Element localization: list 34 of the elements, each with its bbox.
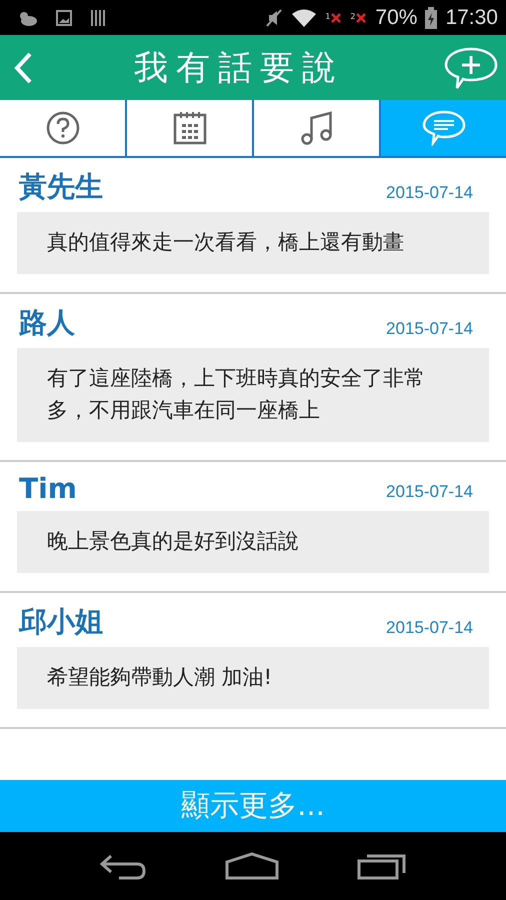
add-comment-icon[interactable]	[444, 46, 498, 90]
comment-text: 希望能夠帶動人潮 加油!	[17, 647, 489, 709]
back-icon[interactable]	[12, 50, 34, 84]
commenter-name: 黃先生	[19, 169, 103, 205]
music-note-icon	[300, 110, 334, 146]
no-signal-icon	[355, 12, 368, 24]
back-icon[interactable]	[99, 852, 147, 880]
home-icon[interactable]	[225, 852, 279, 880]
comment-date: 2015-07-14	[386, 482, 473, 503]
sim-number: 1	[325, 12, 330, 20]
show-more-button[interactable]: 顯示更多...	[0, 780, 506, 832]
help-icon	[44, 110, 80, 146]
chat-icon	[422, 110, 466, 146]
comment-date: 2015-07-14	[386, 319, 473, 340]
sim-number: 2	[350, 12, 356, 20]
comment-text: 真的值得來走一次看看，橋上還有動畫	[17, 212, 489, 274]
commenter-name: 邱小姐	[19, 604, 103, 640]
commenter-name: 路人	[19, 305, 75, 341]
comment-text: 有了這座陸橋，上下班時真的安全了非常多，不用跟汽車在同一座橋上	[17, 348, 489, 442]
comment-text: 晚上景色真的是好到沒話說	[17, 511, 489, 573]
commenter-name: Tim	[19, 472, 77, 505]
mute-icon	[265, 8, 284, 28]
comment-date: 2015-07-14	[386, 183, 473, 204]
battery-percent: 70%	[375, 6, 418, 30]
no-signal-icon	[330, 12, 342, 24]
calendar-icon	[172, 110, 208, 146]
image-icon	[56, 10, 72, 26]
wifi-icon	[291, 8, 318, 28]
battery-icon	[425, 6, 438, 28]
barcode-icon	[90, 8, 106, 26]
page-title: 我有話要說	[134, 46, 344, 90]
comment-date: 2015-07-14	[386, 618, 473, 639]
clock: 17:30	[445, 6, 498, 30]
recent-apps-icon[interactable]	[357, 852, 407, 880]
